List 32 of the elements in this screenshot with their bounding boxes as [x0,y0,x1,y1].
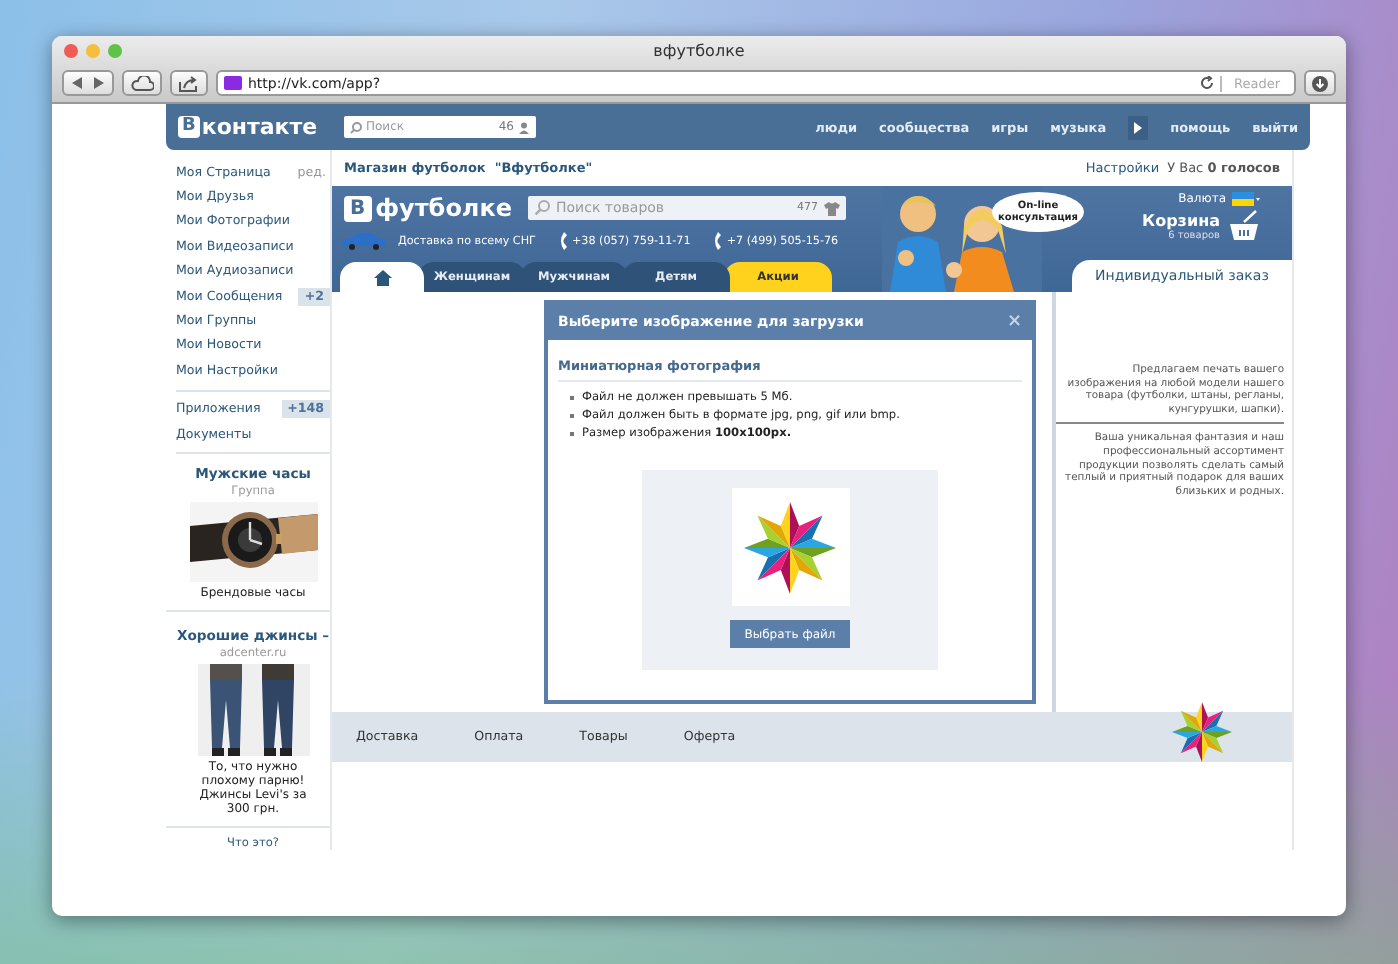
search-icon [350,121,362,133]
phone-icon [712,232,723,250]
share-icon [178,75,200,91]
home-icon [373,269,391,285]
phone-icon [557,232,568,250]
reload-icon [1199,76,1214,90]
logo-text[interactable]: контакте [201,114,318,140]
basket-icon [1228,210,1260,242]
downloads-button[interactable] [1304,70,1336,96]
site-icon [224,76,242,90]
logo-letter[interactable]: В [344,195,372,221]
logo-text[interactable]: футболке [375,194,513,222]
more-button[interactable] [1128,115,1149,139]
back-forward-icon [70,76,106,90]
play-icon [1134,121,1143,133]
person-icon [518,121,530,133]
star-logo-icon [744,501,836,593]
car-icon [340,232,388,250]
home-tab[interactable] [340,262,424,292]
icloud-button[interactable] [122,70,162,96]
back-forward-button[interactable] [62,70,114,96]
cart-link[interactable]: Корзина [1142,211,1220,229]
flag-icon[interactable] [1232,192,1260,206]
close-button[interactable] [64,43,78,57]
window-title: вфутболке [653,41,745,59]
logo-letter[interactable]: В [178,116,200,138]
star-logo-icon [1172,702,1232,762]
download-icon [1312,75,1328,91]
search-icon [534,200,551,216]
tshirt-icon [824,201,841,215]
cloud-icon [130,75,154,91]
share-button[interactable] [170,70,208,96]
